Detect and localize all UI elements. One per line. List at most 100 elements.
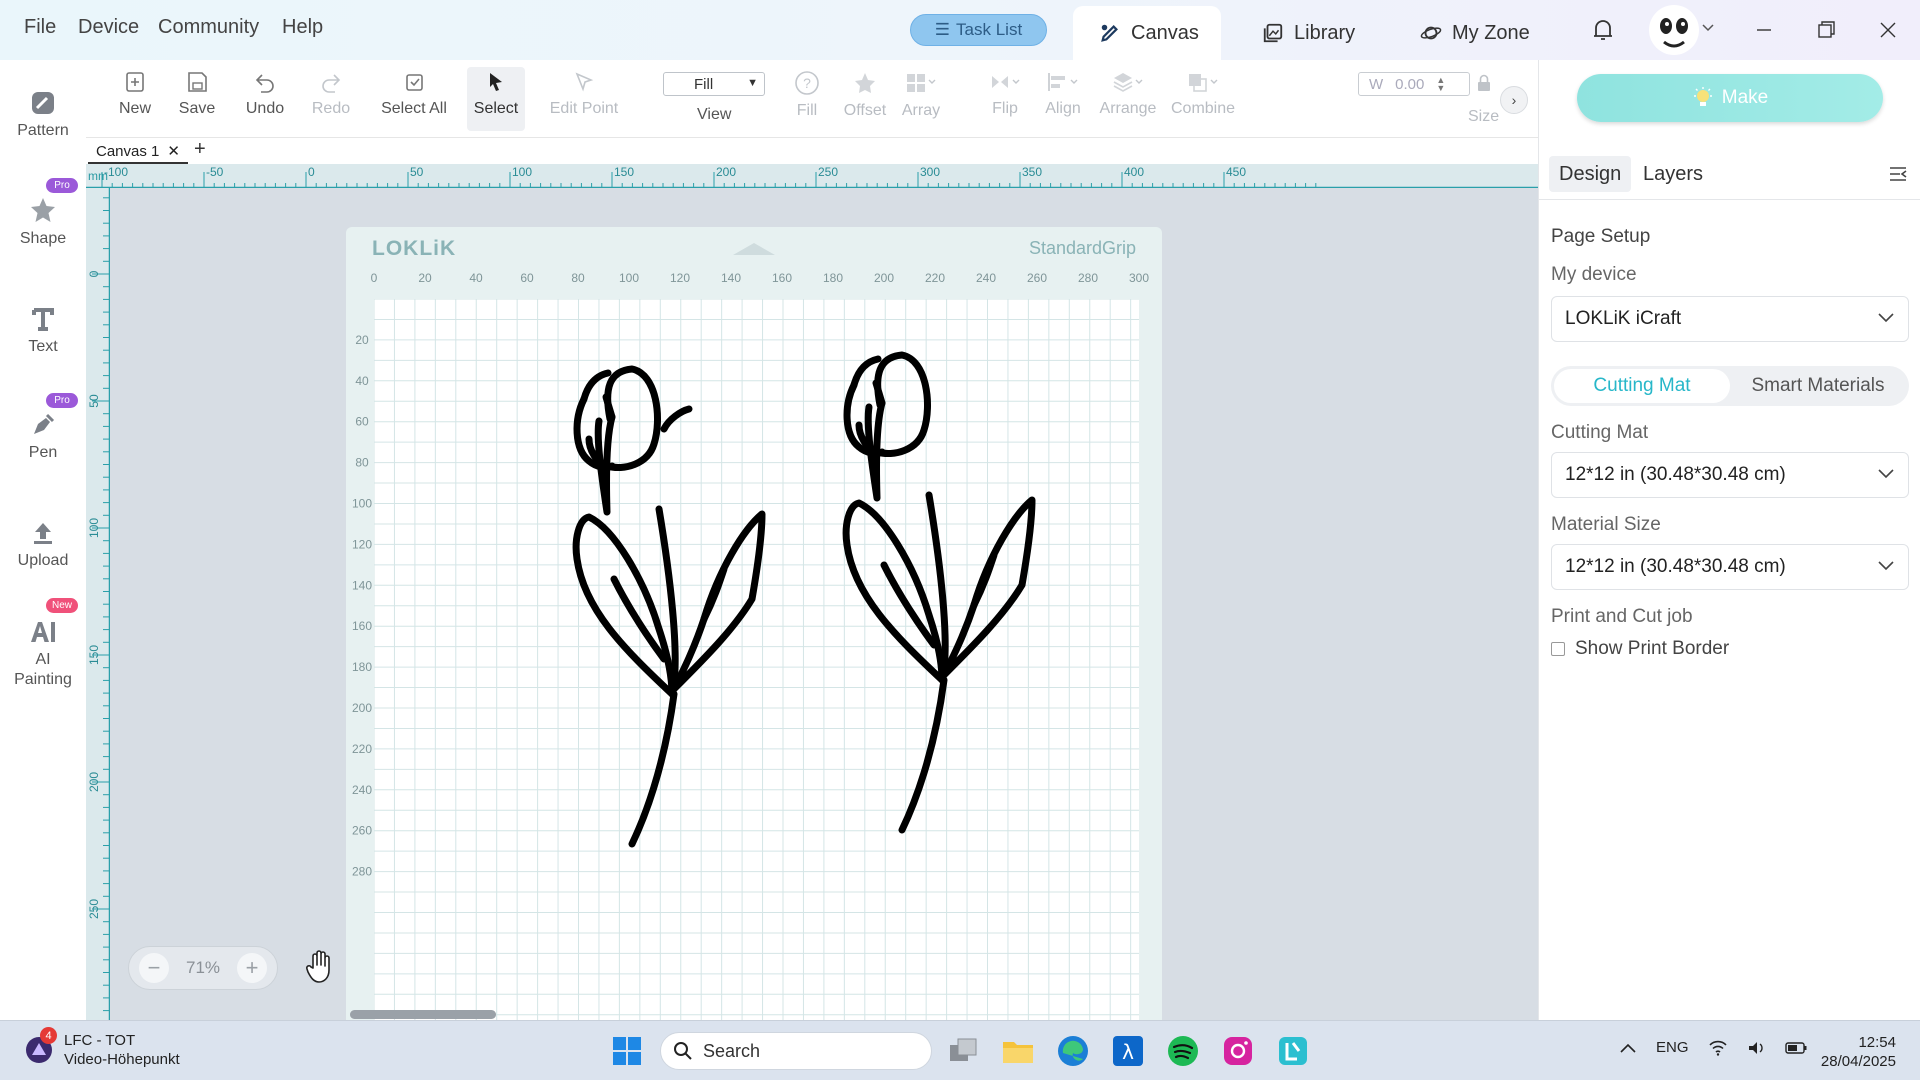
- battery-icon[interactable]: [1784, 1041, 1807, 1054]
- stepper-icon[interactable]: ▲ ▼: [1436, 76, 1445, 93]
- tulip-right[interactable]: [842, 351, 1036, 834]
- chevron-down-icon[interactable]: [1702, 24, 1714, 32]
- taskbar-search[interactable]: Search: [660, 1032, 932, 1070]
- zoom-in-button[interactable]: +: [237, 953, 267, 983]
- smart-materials-option[interactable]: Smart Materials: [1730, 369, 1906, 403]
- make-button[interactable]: Make: [1577, 74, 1883, 122]
- windows-start-icon[interactable]: [612, 1036, 642, 1066]
- mat-y-label: 220: [352, 742, 372, 756]
- svg-text:λ: λ: [1122, 1040, 1134, 1064]
- mat-x-label: 40: [469, 271, 483, 285]
- chevron-up-icon[interactable]: [1620, 1043, 1636, 1053]
- undo-icon: [255, 74, 274, 93]
- hand-icon[interactable]: [304, 948, 338, 984]
- rail-upload[interactable]: Upload: [0, 520, 86, 570]
- ruler-top-label: 50: [410, 165, 424, 179]
- minimize-icon[interactable]: [1752, 18, 1776, 42]
- mat-y-label: 240: [352, 783, 372, 797]
- layers-icon: [1113, 73, 1143, 92]
- array-icon: [907, 74, 936, 92]
- new-button[interactable]: New: [100, 70, 170, 118]
- clock[interactable]: 12:54 28/04/2025: [1816, 1033, 1896, 1071]
- ruler-top-label: -50: [206, 165, 224, 179]
- edge-icon[interactable]: [1055, 1033, 1091, 1069]
- undo-button[interactable]: Undo: [230, 70, 300, 118]
- cutting-mat-option[interactable]: Cutting Mat: [1554, 369, 1730, 403]
- select-button[interactable]: Select: [467, 67, 525, 131]
- mat-x-label: 280: [1078, 271, 1098, 285]
- ruler-top-label: 400: [1124, 165, 1144, 179]
- offset-icon: [855, 73, 875, 93]
- edit-point-button[interactable]: Edit Point: [534, 70, 634, 118]
- page-setup-heading: Page Setup: [1551, 226, 1651, 247]
- horizontal-scrollbar[interactable]: [350, 1010, 496, 1019]
- rail-ai-painting[interactable]: AI Painting: [0, 620, 86, 690]
- zoom-out-button[interactable]: −: [139, 953, 169, 983]
- add-canvas-button[interactable]: +: [194, 138, 206, 161]
- language-indicator[interactable]: ENG: [1656, 1039, 1689, 1056]
- menu-community[interactable]: Community: [158, 16, 259, 39]
- top-menu-bar: File Device Community Help ☰ Task List C…: [0, 0, 1920, 60]
- close-icon[interactable]: ✕: [167, 142, 180, 160]
- spotify-icon[interactable]: [1165, 1033, 1201, 1069]
- text-icon: [32, 308, 54, 331]
- toolbar-next-button[interactable]: ›: [1500, 86, 1528, 114]
- select-all-button[interactable]: Select All: [366, 70, 462, 118]
- mat-y-label: 140: [352, 578, 372, 592]
- task-list-button[interactable]: ☰ Task List: [910, 14, 1047, 46]
- tab-design[interactable]: Design: [1549, 156, 1632, 192]
- tab-library[interactable]: Library: [1262, 6, 1355, 60]
- restore-icon[interactable]: [1814, 18, 1838, 42]
- lock-icon[interactable]: [1477, 74, 1491, 92]
- menu-file[interactable]: File: [24, 16, 56, 39]
- close-icon[interactable]: [1876, 18, 1900, 42]
- cutting-mat-select[interactable]: 12*12 in (30.48*30.48 cm): [1551, 452, 1909, 498]
- design-workspace[interactable]: -100 -50 0 50 100 150 200 250 300 350 400 450 mm 05…: [86, 164, 1538, 1020]
- tab-canvas[interactable]: Canvas: [1073, 6, 1221, 60]
- rail-pattern[interactable]: Pattern: [0, 90, 86, 140]
- width-input[interactable]: W 0.00 ▲ ▼: [1358, 72, 1470, 96]
- view-dropdown[interactable]: Fill ▼: [663, 72, 765, 96]
- ai-icon: [31, 622, 55, 642]
- tulip-left[interactable]: [572, 365, 766, 848]
- show-print-border-checkbox[interactable]: Show Print Border: [1551, 638, 1729, 660]
- menu-device[interactable]: Device: [78, 16, 139, 39]
- task-view-icon[interactable]: [946, 1033, 982, 1069]
- mat-x-label: 240: [976, 271, 996, 285]
- redo-button[interactable]: Redo: [296, 70, 366, 118]
- search-icon: [674, 1042, 692, 1060]
- rail-text[interactable]: Text: [0, 306, 86, 356]
- checkbox[interactable]: [1551, 642, 1565, 656]
- wifi-icon[interactable]: [1708, 1040, 1727, 1056]
- ruler-left-label: 150: [87, 645, 101, 665]
- instagram-icon[interactable]: [1220, 1033, 1256, 1069]
- tab-layers[interactable]: Layers: [1633, 156, 1713, 192]
- rail-shape[interactable]: Shape: [0, 196, 86, 248]
- loklik-app-icon[interactable]: [1275, 1033, 1311, 1069]
- mat-y-label: 180: [352, 660, 372, 674]
- rail-pen[interactable]: Pen: [0, 412, 86, 462]
- right-panel: Make Design Layers Page Setup My device …: [1538, 60, 1920, 1020]
- ruler-top: -100 -50 0 50 100 150 200 250 300 350 400 450 mm: [86, 164, 1538, 188]
- tulip-design[interactable]: [374, 299, 1139, 1020]
- volume-icon[interactable]: [1747, 1040, 1765, 1056]
- combine-icon: [1189, 74, 1218, 92]
- collapse-panel-icon[interactable]: [1889, 166, 1907, 182]
- device-select[interactable]: LOKLiK iCraft: [1551, 296, 1909, 342]
- tab-my-zone[interactable]: My Zone: [1420, 6, 1530, 60]
- cutting-mat: LOKLiK StandardGrip 0 20 40 60 80 100 120 140 16…: [346, 227, 1162, 1020]
- bell-icon[interactable]: [1592, 18, 1614, 42]
- combine-button[interactable]: Combine: [1158, 70, 1248, 118]
- material-size-select[interactable]: 12*12 in (30.48*30.48 cm): [1551, 544, 1909, 590]
- tab-canvas-1[interactable]: Canvas 1 ✕: [88, 140, 188, 164]
- array-button[interactable]: Array: [886, 70, 956, 120]
- avatar[interactable]: [1648, 4, 1702, 56]
- chevron-down-icon: [1878, 561, 1894, 571]
- mat-x-label: 20: [418, 271, 432, 285]
- news-widget[interactable]: 4 LFC - TOT Video-Höhepunkt: [24, 1027, 180, 1069]
- file-explorer-icon[interactable]: [1000, 1033, 1036, 1069]
- save-button[interactable]: Save: [162, 70, 232, 118]
- menu-help[interactable]: Help: [282, 16, 323, 39]
- view-label: View: [697, 106, 732, 123]
- lambda-app-icon[interactable]: λ: [1110, 1033, 1146, 1069]
